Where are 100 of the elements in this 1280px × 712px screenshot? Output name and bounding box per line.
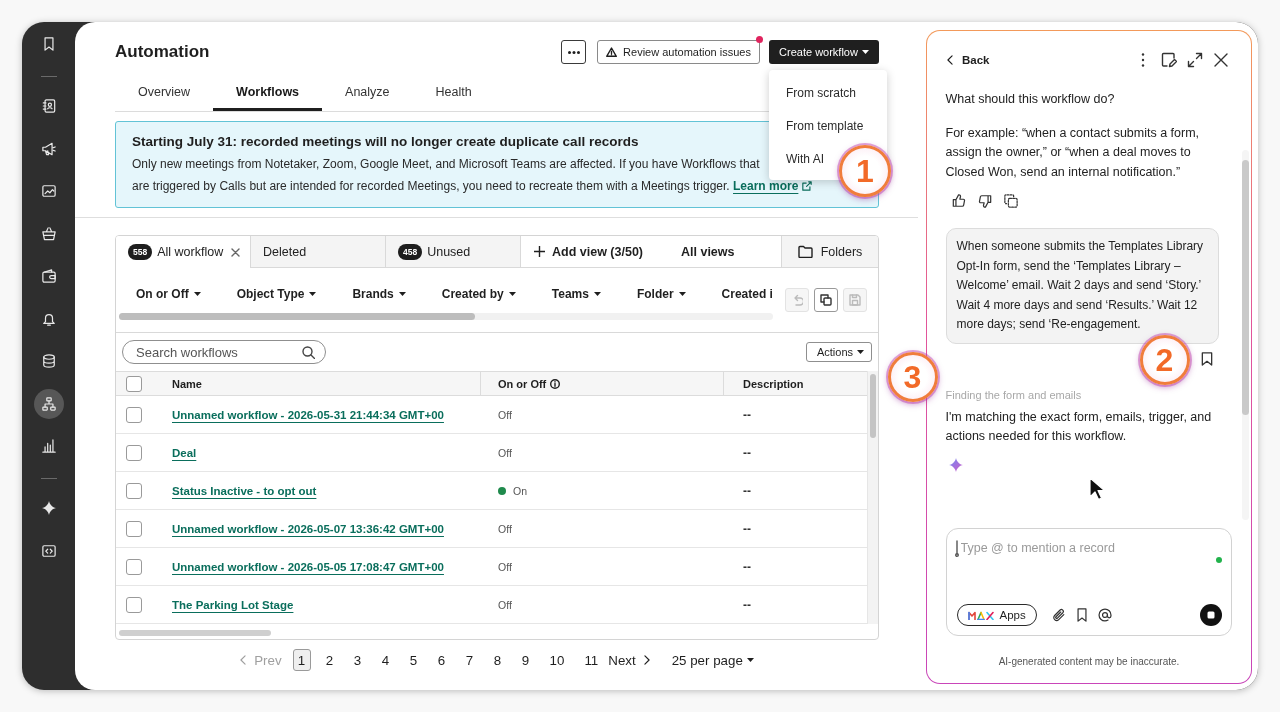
close-icon[interactable] <box>1213 51 1229 68</box>
all-views-button[interactable]: All views <box>681 236 735 267</box>
megaphone-icon <box>41 141 56 156</box>
page-button[interactable]: 10 <box>544 649 570 671</box>
basket-icon <box>41 226 56 241</box>
copy-icon <box>820 294 832 306</box>
workflow-name-link[interactable]: Status Inactive - to opt out <box>172 484 317 497</box>
step-marker: 2 <box>1139 334 1190 385</box>
description-text: -- <box>743 445 751 460</box>
status-text: Off <box>498 598 512 611</box>
copy-icon[interactable] <box>1003 194 1018 208</box>
row-checkbox[interactable] <box>125 520 142 537</box>
filter-dropdown[interactable]: Brands <box>352 287 406 301</box>
view-tab[interactable]: 558 All workflow <box>116 236 251 268</box>
menu-item[interactable]: With AI <box>769 142 832 175</box>
row-checkbox[interactable] <box>125 558 142 575</box>
page-button[interactable]: 11 <box>579 649 604 671</box>
banner-title: Starting July 31: recorded meetings will no longer create duplicate call records <box>132 133 640 151</box>
page-button[interactable]: 3 <box>348 649 367 671</box>
page-button[interactable]: 1 <box>292 649 311 671</box>
workflow-name-link[interactable]: Unnamed workflow - 2026-05-05 17:08:47 GMT+00 <box>172 560 444 573</box>
vertical-scrollbar[interactable] <box>1241 150 1249 520</box>
filter-dropdown[interactable]: Created by <box>441 287 516 301</box>
user-message-text: When someone submits the Templates Library Opt-In form, send the ‘Templates Library – Welcome’ email. Wait 2 days and send ‘Story.’ Wait 4 more days and send ‘Results.’ Wait 12 more days; send ‘Re-engagement. <box>956 238 1205 333</box>
row-checkbox[interactable] <box>125 406 142 423</box>
tab[interactable]: Workflows <box>213 72 323 111</box>
select-all-checkbox[interactable] <box>125 375 142 392</box>
workflow-name-link[interactable]: Unnamed workflow - 2026-05-31 21:44:34 GMT+00 <box>172 408 444 421</box>
page-button[interactable]: 2 <box>320 649 339 671</box>
view-action-button[interactable] <box>814 288 838 312</box>
create-workflow-button[interactable]: Create workflow <box>769 40 879 64</box>
filter-dropdown[interactable]: On or Off <box>136 287 201 301</box>
next-page-button[interactable]: Next <box>608 652 650 668</box>
status-text: On <box>513 484 527 497</box>
learn-more-link[interactable]: Learn more <box>733 179 813 193</box>
page-button[interactable]: 7 <box>460 649 479 671</box>
page-button[interactable]: 4 <box>376 649 395 671</box>
filter-dropdown[interactable]: Teams <box>551 287 601 301</box>
row-checkbox[interactable] <box>125 482 142 499</box>
horizontal-scrollbar[interactable] <box>119 313 773 320</box>
view-tab[interactable]: 458 Unused <box>386 236 521 267</box>
view-tab[interactable]: Deleted <box>251 236 386 267</box>
row-checkbox[interactable] <box>125 596 142 613</box>
status-text: Off <box>498 522 512 535</box>
assistant-reply: I'm matching the exact form, emails, trigger, and actions needed for this workflow. <box>945 408 1213 445</box>
sparkle-icon <box>41 501 56 515</box>
expand-icon[interactable] <box>1187 51 1203 68</box>
wallet-icon <box>41 269 56 283</box>
back-button[interactable]: Back <box>947 53 990 66</box>
search-input[interactable]: Search workflows <box>136 344 302 360</box>
tab[interactable]: Overview <box>115 72 214 111</box>
close-icon[interactable] <box>231 247 240 257</box>
page-button[interactable]: 6 <box>432 649 451 671</box>
add-view-button[interactable]: Add view (3/50) <box>534 236 643 267</box>
per-page-dropdown[interactable]: 25 per page <box>671 652 754 668</box>
page-button[interactable]: 8 <box>488 649 507 671</box>
thumbs-down-icon[interactable] <box>977 194 992 208</box>
composer-box[interactable]: Type @ to mention a record Apps <box>945 528 1232 636</box>
filter-dropdown[interactable]: Object Type <box>236 287 317 301</box>
more-button[interactable] <box>561 40 586 64</box>
workflow-name-link[interactable]: The Parking Lot Stage <box>172 598 294 611</box>
bookmark-icon[interactable] <box>1074 608 1089 622</box>
view-tab-label: Unused <box>427 244 471 259</box>
paperclip-icon[interactable] <box>1051 608 1066 622</box>
workflow-name-link[interactable]: Deal <box>172 446 197 459</box>
warning-icon <box>606 47 618 57</box>
plus-icon <box>534 246 545 257</box>
menu-item[interactable]: From template <box>769 109 872 142</box>
actions-button[interactable]: Actions <box>805 342 872 362</box>
search-icon <box>302 345 315 359</box>
thumbs-up-icon[interactable] <box>951 194 966 208</box>
page-title: Automation <box>115 42 211 62</box>
save-icon <box>849 294 861 306</box>
row-checkbox[interactable] <box>125 444 142 461</box>
bookmark-icon[interactable] <box>1200 351 1213 366</box>
at-sign-icon[interactable] <box>1097 608 1112 622</box>
app-logos-icon <box>967 610 994 620</box>
stop-button[interactable] <box>1199 604 1222 626</box>
description-text: -- <box>743 597 751 612</box>
tab[interactable]: Health <box>412 72 495 111</box>
view-tab-label: All workflow <box>157 245 224 259</box>
menu-item[interactable]: From scratch <box>769 76 864 109</box>
sidebar-button[interactable] <box>33 388 64 419</box>
page-button[interactable]: 5 <box>404 649 423 671</box>
column-header: Name <box>172 377 202 390</box>
assistant-example: For example: “when a contact submits a form, assign the owner,” or “when a deal moves to Closed Won, send an internal notification.” <box>945 124 1201 181</box>
edit-icon[interactable] <box>1161 51 1177 68</box>
workflow-name-link[interactable]: Unnamed workflow - 2026-05-07 13:36:42 GMT+00 <box>172 522 444 535</box>
filter-dropdown[interactable]: Folder <box>636 287 686 301</box>
vertical-scrollbar[interactable] <box>867 371 878 624</box>
page-button[interactable]: 9 <box>516 649 535 671</box>
folders-button[interactable]: Folders <box>781 236 878 267</box>
mouse-pointer-icon <box>1089 477 1105 501</box>
message-input[interactable]: Type @ to mention a record <box>960 540 1216 580</box>
database-icon <box>41 354 56 368</box>
filter-dropdown[interactable]: Created i <box>721 287 773 301</box>
description-text: -- <box>743 483 751 498</box>
count-badge: 558 <box>128 244 153 260</box>
tab[interactable]: Analyze <box>322 72 413 111</box>
count-badge: 458 <box>398 243 423 260</box>
